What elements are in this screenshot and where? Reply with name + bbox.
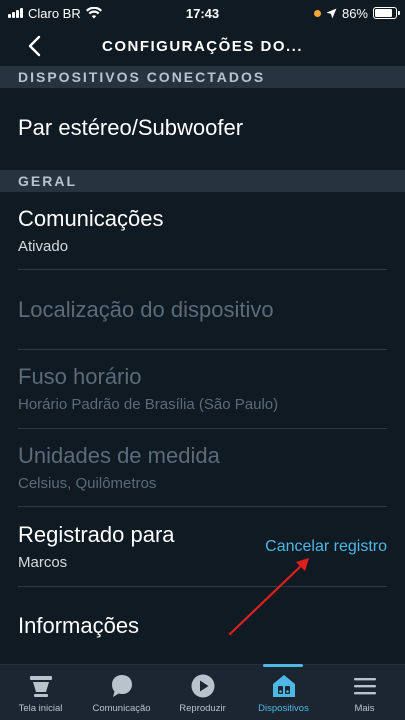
status-bar: Claro BR 17:43 86% [0, 0, 405, 26]
tab-play[interactable]: Reproduzir [162, 665, 243, 720]
page-title: CONFIGURAÇÕES DO... [101, 37, 303, 55]
deregister-link[interactable]: Cancelar registro [265, 538, 387, 556]
tab-more[interactable]: Mais [324, 665, 405, 720]
row-title: Localização do dispositivo [18, 297, 274, 322]
row-title: Fuso horário [18, 364, 142, 389]
nav-header: CONFIGURAÇÕES DO... [0, 26, 405, 66]
bottom-tab-bar: Tela inicial Comunicação Reproduzir Disp… [0, 664, 405, 720]
tab-label: Mais [354, 703, 375, 714]
tab-label: Dispositivos [258, 703, 309, 714]
status-left: Claro BR [8, 6, 102, 21]
divider [18, 428, 387, 429]
tab-label: Tela inicial [18, 703, 63, 714]
wifi-icon [85, 7, 102, 19]
tab-home[interactable]: Tela inicial [0, 665, 81, 720]
row-subtitle: Horário Padrão de Brasília (São Paulo) [18, 396, 279, 413]
back-button[interactable] [20, 32, 48, 60]
battery-icon [373, 7, 400, 19]
tab-label: Comunicação [92, 703, 151, 714]
row-title: Informações [18, 613, 140, 638]
tab-communicate[interactable]: Comunicação [81, 665, 162, 720]
play-circle-icon [189, 673, 217, 699]
mic-in-use-dot-icon [313, 9, 321, 17]
chat-bubble-icon [108, 673, 136, 699]
row-subtitle: Celsius, Quilômetros [18, 475, 157, 492]
location-arrow-icon [326, 8, 337, 18]
tab-devices[interactable]: Dispositivos [243, 664, 324, 720]
divider [18, 269, 387, 270]
row-title: Unidades de medida [18, 443, 220, 468]
tab-label: Reproduzir [179, 703, 226, 714]
section-header-connected-devices: DISPOSITIVOS CONECTADOS [0, 66, 405, 88]
cellular-signal-icon [8, 8, 23, 18]
devices-house-icon [270, 673, 298, 699]
divider [18, 349, 387, 350]
battery-percent: 86% [341, 5, 368, 21]
setting-device-location: Localização do dispositivo [18, 297, 388, 323]
battery-fill [375, 9, 393, 17]
setting-units: Unidades de medida Celsius, Quilômetros [18, 443, 388, 492]
annotation-arrow [228, 558, 309, 636]
status-right: 86% [313, 5, 400, 21]
row-title: Comunicações [18, 206, 164, 231]
menu-lines-icon [351, 673, 379, 699]
carrier-name: Claro BR [28, 5, 81, 21]
section-header-general: GERAL [0, 170, 405, 192]
setting-stereo-subwoofer[interactable]: Par estéreo/Subwoofer [18, 115, 388, 141]
setting-communications[interactable]: Comunicações Ativado [18, 206, 388, 255]
row-subtitle: Marcos [18, 554, 68, 571]
setting-timezone: Fuso horário Horário Padrão de Brasília … [18, 364, 388, 413]
divider [18, 586, 387, 587]
chevron-left-icon [28, 35, 41, 57]
row-title: Par estéreo/Subwoofer [18, 115, 244, 140]
setting-information[interactable]: Informações [18, 613, 388, 639]
divider [18, 506, 387, 507]
home-screen-icon [27, 673, 55, 699]
row-subtitle: Ativado [18, 238, 69, 255]
